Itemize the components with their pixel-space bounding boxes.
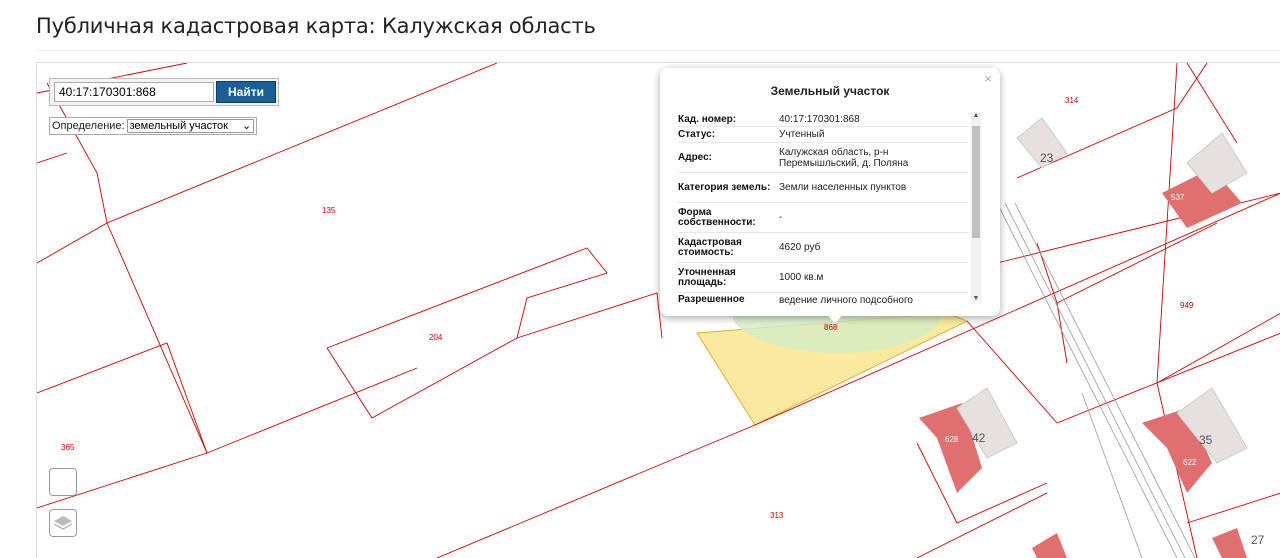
popup-pointer	[827, 314, 843, 324]
cadastral-number-input[interactable]	[54, 82, 214, 102]
attr-row: Адрес: Калужская область, р-н Перемышльс…	[678, 143, 968, 173]
scroll-thumb[interactable]	[972, 126, 980, 238]
attr-key: Адрес:	[678, 151, 712, 163]
parcel-attributes: Кад. номер: 40:17:170301:868 Статус: Учт…	[678, 113, 968, 307]
attr-row: Кадастровая стоимость: 4620 руб	[678, 233, 968, 263]
attr-key: Кад. номер:	[678, 113, 737, 125]
title-divider	[36, 50, 1280, 51]
attr-value: Земли населенных пунктов	[779, 182, 907, 193]
building-se	[1212, 528, 1247, 558]
layers-icon	[53, 516, 73, 530]
definition-value: земельный участок	[129, 120, 228, 132]
parcel-number: 467	[1145, 186, 1159, 195]
select-tool-button[interactable]	[49, 468, 77, 496]
parcel-number: 622	[1183, 458, 1197, 467]
popup-scrollbar[interactable]: ▲ ▼	[971, 112, 981, 302]
parcel-boundaries	[37, 63, 1280, 558]
attr-key: Уточненная площадь:	[678, 266, 736, 288]
attr-value: 40:17:170301:868	[779, 114, 860, 125]
building-number: 42	[972, 431, 986, 445]
attr-key: Разрешенное	[678, 294, 745, 305]
attr-key: Кадастровая стоимость:	[678, 236, 742, 258]
parcel-number: 314	[1065, 96, 1079, 105]
attr-row: Кад. номер: 40:17:170301:868	[678, 113, 968, 127]
attr-key: Категория земель:	[678, 181, 771, 193]
parcel-number: 628	[945, 435, 959, 444]
attr-key: Форма собственности:	[678, 206, 756, 228]
definition-label: Определение:	[52, 120, 125, 132]
attr-row: Категория земель: Земли населенных пункт…	[678, 173, 968, 203]
parcel-number: 135	[322, 206, 336, 215]
attr-row: Форма собственности: -	[678, 203, 968, 233]
attr-value: 1000 кв.м	[779, 272, 824, 283]
building-number: 35	[1199, 433, 1213, 447]
cadastral-map[interactable]: 135 204 365 313 868 314 949 467 537 628 …	[36, 62, 1280, 558]
attr-row: Уточненная площадь: 1000 кв.м	[678, 263, 968, 293]
parcel-number: 949	[1180, 301, 1194, 310]
building-number: 23	[1040, 151, 1054, 165]
attr-value: Учтенный	[779, 129, 825, 140]
definition-select[interactable]: земельный участок ⌄	[126, 119, 255, 133]
attr-key: Статус:	[678, 128, 716, 140]
attr-value: 4620 руб	[779, 242, 821, 253]
search-panel: Найти	[49, 78, 279, 106]
parcel-number: 868	[824, 323, 838, 332]
layers-button[interactable]	[49, 509, 77, 537]
attr-value: ведение личного подсобного	[779, 294, 913, 306]
attr-row: Разрешенное ведение личного подсобного	[678, 293, 968, 307]
attr-value: -	[779, 212, 783, 223]
parcel-number: 204	[429, 333, 443, 342]
parcel-number: 313	[770, 511, 784, 520]
chevron-down-icon: ⌄	[242, 120, 252, 132]
page-title: Публичная кадастровая карта: Калужская о…	[36, 14, 596, 38]
definition-panel: Определение: земельный участок ⌄	[49, 117, 258, 135]
building-number: 27	[1251, 533, 1265, 547]
scroll-down-icon[interactable]: ▼	[971, 295, 981, 302]
scroll-up-icon[interactable]: ▲	[971, 112, 981, 119]
popup-title: Земельный участок	[770, 84, 890, 98]
parcel-info-popup: × Земельный участок Кад. номер: 40:17:17…	[660, 68, 1000, 324]
parcel-number: 365	[61, 443, 75, 452]
search-button[interactable]: Найти	[216, 81, 276, 103]
attr-row: Статус: Учтенный	[678, 127, 968, 143]
attr-value: Калужская область, р-н Перемышльский, д.…	[779, 146, 909, 169]
parcel-number: 537	[1171, 193, 1185, 202]
building-sw	[1032, 533, 1067, 558]
